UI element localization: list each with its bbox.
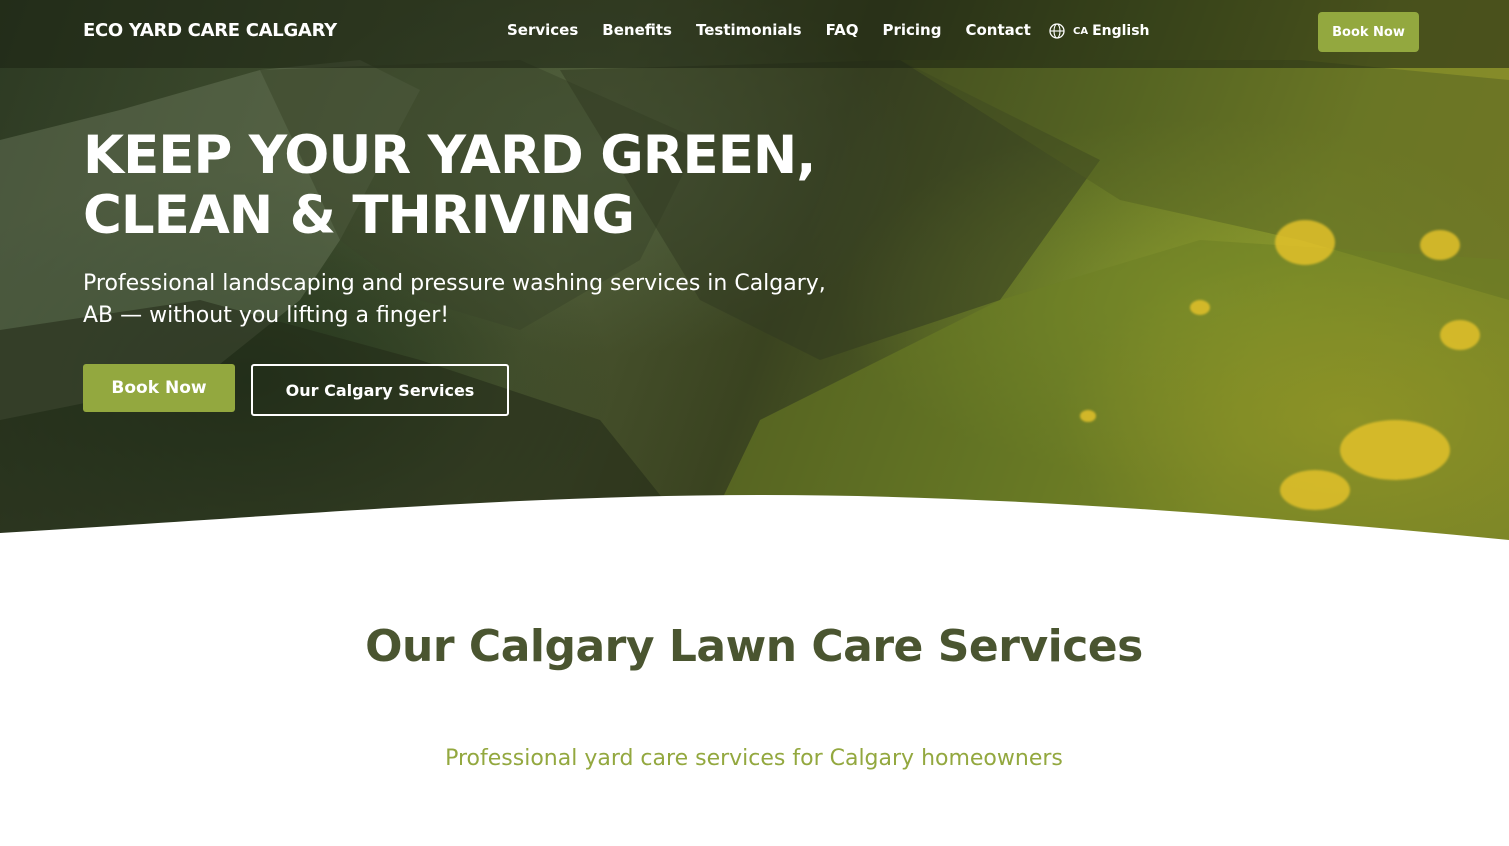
brand-logo-text[interactable]: ECO YARD CARE CALGARY — [83, 20, 337, 41]
top-navbar: ECO YARD CARE CALGARY Services Benefits … — [0, 0, 1509, 68]
wave-divider — [0, 495, 1509, 560]
services-section-title: Our Calgary Lawn Care Services — [365, 621, 1143, 672]
nav-link-services[interactable]: Services — [507, 21, 578, 39]
hero-book-now-button[interactable]: Book Now — [83, 364, 235, 412]
nav-link-contact[interactable]: Contact — [965, 21, 1030, 39]
nav-links: Services Benefits Testimonials FAQ Prici… — [507, 21, 1055, 39]
hero-title-line-2: CLEAN & THRIVING — [83, 185, 635, 246]
nav-book-now-button[interactable]: Book Now — [1318, 12, 1419, 52]
nav-link-faq[interactable]: FAQ — [826, 21, 859, 39]
globe-icon — [1049, 23, 1065, 39]
nav-link-testimonials[interactable]: Testimonials — [696, 21, 802, 39]
hero-services-button[interactable]: Our Calgary Services — [251, 364, 509, 416]
nav-link-benefits[interactable]: Benefits — [602, 21, 672, 39]
nav-link-pricing[interactable]: Pricing — [882, 21, 941, 39]
services-section-subtitle: Professional yard care services for Calg… — [445, 746, 1063, 771]
language-selector[interactable]: CA English — [1049, 23, 1150, 39]
country-flag-code: CA — [1073, 25, 1089, 37]
hero-title: KEEP YOUR YARD GREEN, CLEAN & THRIVING — [83, 126, 983, 246]
hero-subtitle: Professional landscaping and pressure wa… — [83, 271, 826, 328]
hero-title-line-1: KEEP YOUR YARD GREEN, — [83, 125, 816, 186]
language-label: English — [1092, 23, 1150, 39]
